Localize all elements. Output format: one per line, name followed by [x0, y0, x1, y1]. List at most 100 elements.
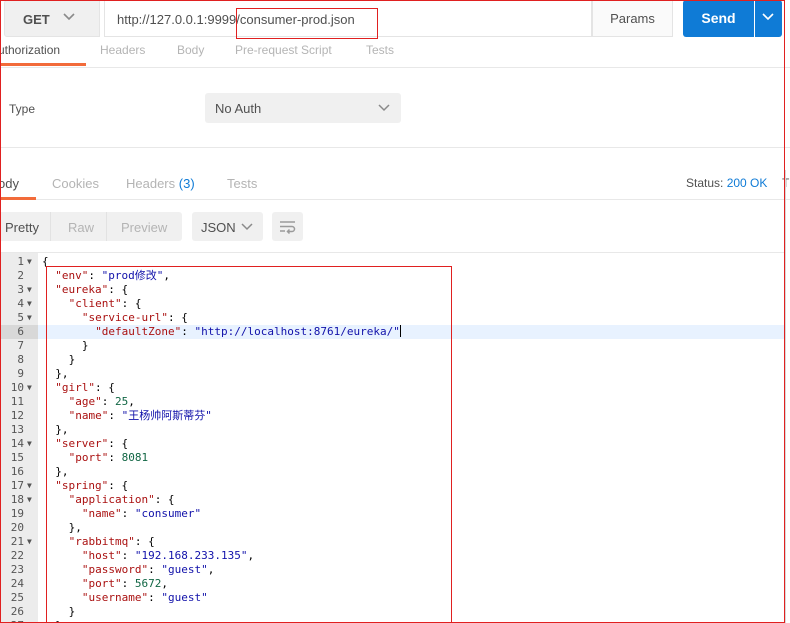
fold-toggle-icon[interactable]: ▼	[27, 535, 32, 549]
json-punctuation: },	[55, 423, 69, 436]
json-punctuation: :	[121, 549, 135, 562]
json-key: "password"	[81, 563, 149, 576]
code-text: },	[55, 367, 68, 381]
code-line: 2 "env": "prod修改",	[0, 269, 785, 283]
method-select[interactable]: GET	[4, 0, 100, 37]
fold-toggle-icon[interactable]: ▼	[27, 479, 32, 493]
tab-headers[interactable]: Headers	[100, 43, 145, 57]
code-text: "spring": {	[55, 479, 128, 493]
line-number: 1	[17, 255, 24, 268]
auth-type-label: Type	[9, 102, 36, 116]
tab-response-body[interactable]: ody	[0, 176, 19, 191]
auth-type-select[interactable]: No Auth	[205, 93, 401, 123]
code-line: 9},	[0, 367, 785, 381]
tab-response-cookies[interactable]: Cookies	[52, 176, 99, 191]
json-punctuation: :	[108, 451, 122, 464]
line-number: 24	[10, 577, 24, 590]
wrap-lines-button[interactable]	[272, 212, 303, 241]
json-punctuation: : {	[134, 535, 155, 548]
code-text: "age": 25,	[69, 395, 135, 409]
code-text: },	[69, 521, 82, 535]
json-punctuation: }	[81, 339, 89, 352]
json-punctuation: :	[121, 577, 135, 590]
code-text: "application": {	[69, 493, 175, 507]
code-text: }	[82, 339, 89, 353]
send-dropdown-button[interactable]	[755, 0, 782, 37]
code-text: "port": 8081	[69, 451, 149, 465]
code-text: "service-url": {	[82, 311, 188, 325]
code-line: 11 "age": 25,	[0, 395, 785, 409]
fold-toggle-icon[interactable]: ▼	[27, 283, 32, 297]
code-line: 4 ▼ "client": {	[0, 297, 785, 311]
json-punctuation: : {	[108, 479, 129, 492]
line-number: 18	[10, 493, 24, 506]
code-text: }	[69, 605, 76, 619]
code-text: "username": "guest"	[82, 591, 208, 605]
tab-pre-request-script[interactable]: Pre-request Script	[235, 43, 332, 57]
fold-toggle-icon[interactable]: ▼	[27, 381, 32, 395]
fold-toggle-icon[interactable]: ▼	[27, 437, 32, 451]
format-raw[interactable]: Raw	[68, 220, 94, 235]
response-body-editor[interactable]: 1 ▼{2 "env": "prod修改", 3 ▼ "eureka": {4 ▼ "clie…	[0, 252, 785, 623]
json-key: "age"	[68, 395, 102, 408]
active-tab-indicator	[0, 63, 86, 66]
params-button[interactable]: Params	[592, 0, 673, 37]
tab-body[interactable]: Body	[177, 43, 204, 57]
request-bar: GET http://127.0.0.1:9999/consumer-prod.…	[0, 0, 790, 40]
json-punctuation: : {	[154, 493, 175, 506]
headers-count-badge: (3)	[178, 176, 195, 191]
json-string: "consumer"	[134, 507, 202, 520]
json-punctuation: }	[68, 353, 76, 366]
code-line: 24 "port": 5672,	[0, 577, 785, 591]
code-line: 14 ▼ "server": {	[0, 437, 785, 451]
tab-response-headers[interactable]: Headers (3)	[126, 176, 195, 191]
json-key: "name"	[81, 507, 122, 520]
json-key: "defaultZone"	[95, 325, 182, 338]
code-line: 13},	[0, 423, 785, 437]
send-button[interactable]: Send	[683, 0, 754, 37]
json-key: "host"	[81, 549, 122, 562]
format-preview[interactable]: Preview	[121, 220, 167, 235]
json-key: "girl"	[55, 381, 96, 394]
code-line: 23 "password": "guest",	[0, 563, 785, 577]
line-number: 12	[10, 409, 24, 422]
line-number: 25	[10, 591, 24, 604]
json-punctuation: ,	[163, 269, 171, 282]
url-input[interactable]: http://127.0.0.1:9999/consumer-prod.json	[104, 0, 592, 37]
code-text: "server": {	[55, 437, 128, 451]
code-line: 12 "name": "王杨帅阿斯蒂芬"	[0, 409, 785, 423]
line-number: 14	[10, 437, 24, 450]
wrap-lines-icon	[280, 221, 296, 235]
fold-toggle-icon[interactable]: ▼	[27, 255, 32, 269]
code-line: 1 ▼ {	[0, 255, 785, 269]
tab-tests[interactable]: Tests	[366, 43, 394, 57]
json-punctuation: ,	[207, 563, 215, 576]
code-text: "rabbitmq": {	[69, 535, 155, 549]
code-text: "eureka": {	[55, 283, 128, 297]
line-number: 27	[0, 619, 24, 623]
code-text: }	[55, 619, 62, 623]
code-line: 8}	[0, 353, 785, 367]
fold-toggle-icon[interactable]: ▼	[27, 311, 32, 325]
code-line: 17 ▼ "spring": {	[0, 479, 785, 493]
language-select[interactable]: JSON	[192, 212, 263, 241]
json-punctuation: : {	[95, 381, 115, 394]
json-punctuation: : {	[167, 311, 188, 324]
tab-response-tests[interactable]: Tests	[227, 176, 257, 191]
format-toggle-group: Pretty Raw Preview	[0, 212, 182, 241]
fold-toggle-icon[interactable]: ▼	[27, 297, 32, 311]
chevron-down-icon	[378, 104, 390, 112]
code-line: 10 ▼ "girl": {	[0, 381, 785, 395]
json-punctuation: :	[148, 563, 162, 576]
fold-toggle-icon[interactable]: ▼	[27, 493, 32, 507]
line-number: 8	[17, 353, 24, 366]
format-pretty[interactable]: Pretty	[5, 220, 39, 235]
json-key: "service-url"	[81, 311, 168, 324]
code-line: 27}	[0, 619, 785, 623]
json-key: "application"	[68, 493, 155, 506]
line-number: 22	[10, 549, 24, 562]
json-string: "王杨帅阿斯蒂芬"	[121, 409, 212, 422]
code-text: "defaultZone": "http://localhost:8761/eu…	[95, 325, 401, 339]
tab-authorization[interactable]: uthorization	[0, 43, 60, 57]
code-text: "port": 5672,	[82, 577, 168, 591]
